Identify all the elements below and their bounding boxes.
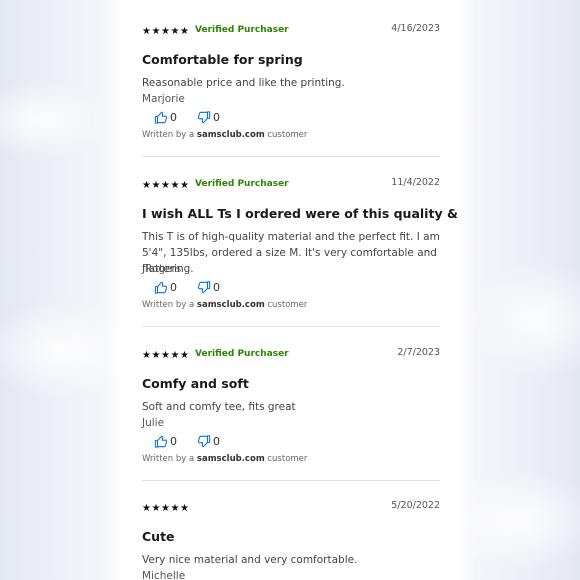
star-icon: ★ <box>170 180 180 191</box>
review-body: This T is of high-quality material and t… <box>142 231 440 275</box>
review-body: Soft and comfy tee, fits great <box>142 401 296 413</box>
helpful-button[interactable]: 0 <box>154 435 177 448</box>
thumbs-down-icon <box>197 435 211 448</box>
unhelpful-count: 0 <box>213 435 220 448</box>
thumbs-down-icon <box>197 111 211 124</box>
unhelpful-count: 0 <box>213 281 220 294</box>
thumbs-up-icon <box>154 281 168 294</box>
star-icon: ★ <box>170 26 180 37</box>
review-title: Comfy and soft <box>142 376 249 391</box>
star-icon: ★ <box>142 350 151 361</box>
thumbs-up-icon <box>154 111 168 124</box>
review-author: Marjorie <box>142 93 185 105</box>
site-name: samsclub.com <box>196 130 265 140</box>
star-icon: ★ <box>180 26 189 37</box>
helpful-count: 0 <box>170 435 177 448</box>
review-author: JRogers <box>142 263 182 275</box>
unhelpful-button[interactable]: 0 <box>197 111 220 124</box>
review-divider <box>142 156 440 157</box>
vote-row: 0 0 <box>154 111 240 124</box>
star-icon: ★ <box>151 350 161 361</box>
helpful-count: 0 <box>170 111 177 124</box>
review-date: 11/4/2022 <box>391 177 440 188</box>
star-icon: ★ <box>180 350 189 361</box>
helpful-button[interactable]: 0 <box>154 281 177 294</box>
vote-row: 0 0 <box>154 281 240 294</box>
written-by-note: Written by a samsclub.com customer <box>142 130 308 140</box>
review-date: 5/20/2022 <box>391 500 440 511</box>
review-date: 4/16/2023 <box>391 23 440 34</box>
star-icon: ★ <box>180 503 189 514</box>
verified-badge: Verified Purchaser <box>195 25 289 35</box>
star-icon: ★ <box>161 180 170 191</box>
star-rating: ★ ★ ★ ★ ★ <box>142 27 190 37</box>
reviews-panel: ★ ★ ★ ★ ★ Verified Purchaser 4/16/2023 C… <box>123 0 459 580</box>
star-icon: ★ <box>151 180 161 191</box>
site-name: samsclub.com <box>196 454 265 464</box>
star-icon: ★ <box>142 503 151 514</box>
site-name: samsclub.com <box>196 300 265 310</box>
review-divider <box>142 326 440 327</box>
star-icon: ★ <box>180 180 189 191</box>
thumbs-down-icon <box>197 281 211 294</box>
star-rating: ★ ★ ★ ★ ★ <box>142 181 190 191</box>
review-title: Comfortable for spring <box>142 52 303 67</box>
review-title: I wish ALL Ts I ordered were of this qua… <box>142 206 459 221</box>
star-icon: ★ <box>151 503 161 514</box>
helpful-count: 0 <box>170 281 177 294</box>
review-body: Reasonable price and like the printing. <box>142 77 345 89</box>
unhelpful-button[interactable]: 0 <box>197 435 220 448</box>
review-date: 2/7/2023 <box>397 347 440 358</box>
review-title: Cute <box>142 529 175 544</box>
star-icon: ★ <box>161 503 170 514</box>
star-icon: ★ <box>142 180 151 191</box>
thumbs-up-icon <box>154 435 168 448</box>
star-rating: ★ ★ ★ ★ ★ <box>142 351 190 361</box>
star-rating: ★ ★ ★ ★ ★ <box>142 504 190 514</box>
review-author: Michelle <box>142 570 186 580</box>
unhelpful-button[interactable]: 0 <box>197 281 220 294</box>
star-icon: ★ <box>151 26 161 37</box>
verified-badge: Verified Purchaser <box>195 349 289 359</box>
star-icon: ★ <box>170 503 180 514</box>
review-author: Julie <box>142 417 165 429</box>
written-by-note: Written by a samsclub.com customer <box>142 300 308 310</box>
unhelpful-count: 0 <box>213 111 220 124</box>
written-by-note: Written by a samsclub.com customer <box>142 454 308 464</box>
star-icon: ★ <box>170 350 180 361</box>
vote-row: 0 0 <box>154 435 240 448</box>
review-body: Very nice material and very comfortable. <box>142 554 358 566</box>
review-divider <box>142 480 440 481</box>
star-icon: ★ <box>161 350 170 361</box>
star-icon: ★ <box>142 26 151 37</box>
verified-badge: Verified Purchaser <box>195 179 289 189</box>
helpful-button[interactable]: 0 <box>154 111 177 124</box>
star-icon: ★ <box>161 26 170 37</box>
